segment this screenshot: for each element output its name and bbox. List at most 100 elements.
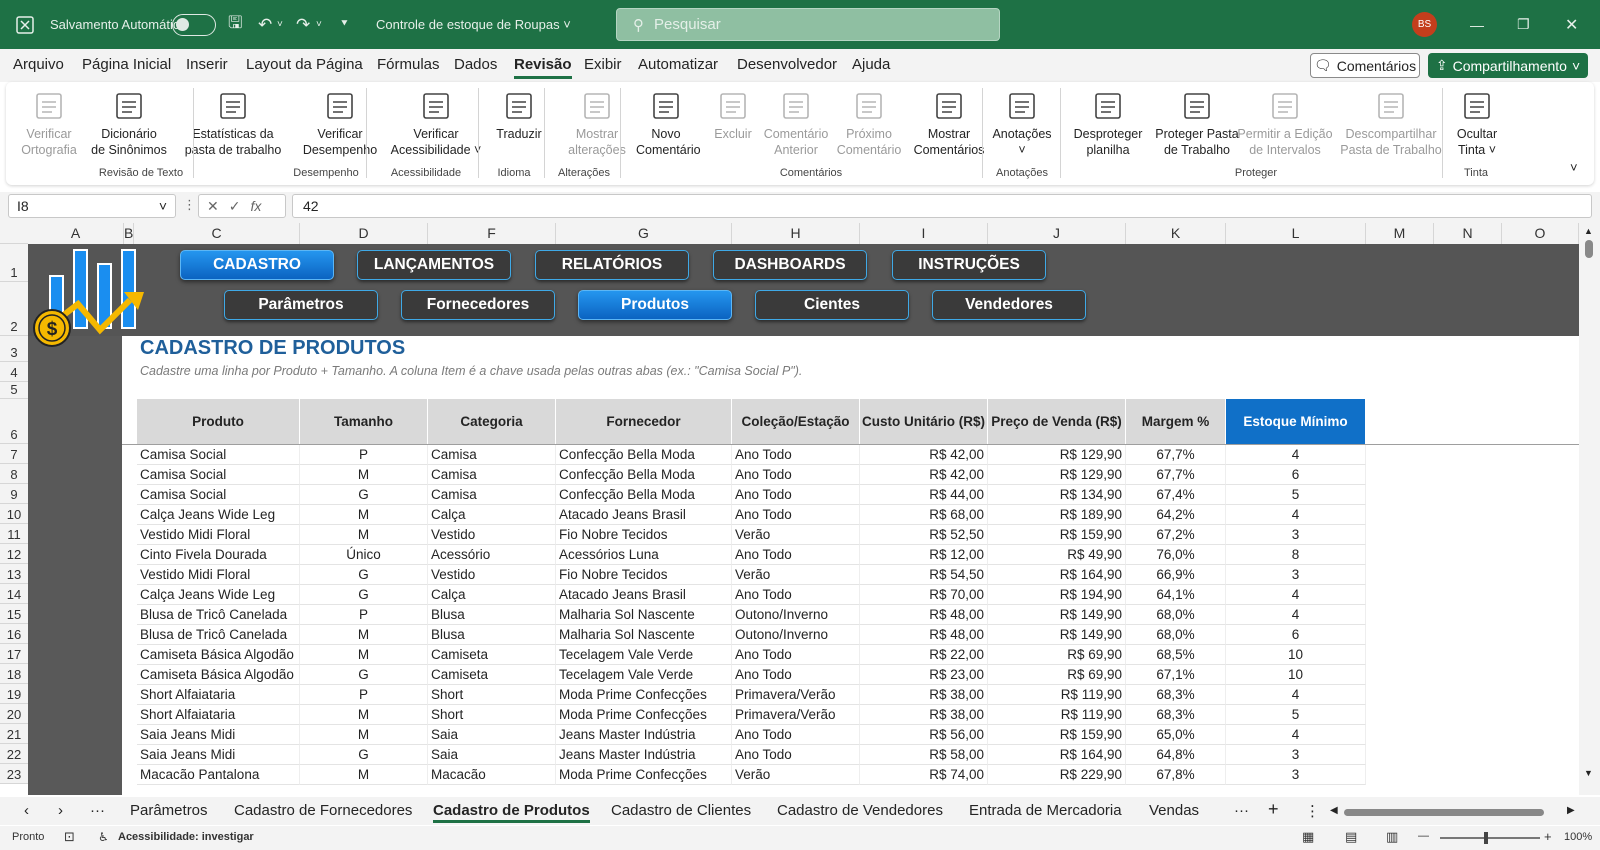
- table-cell[interactable]: 4: [1226, 585, 1366, 605]
- ribbon-button-thesaurus[interactable]: Dicionário de Sinônimos: [86, 86, 172, 158]
- add-sheet-icon[interactable]: +: [1268, 799, 1279, 820]
- name-box[interactable]: I8 ˅: [8, 194, 176, 218]
- table-cell[interactable]: 68,5%: [1126, 645, 1226, 665]
- table-cell[interactable]: Ano Todo: [732, 585, 860, 605]
- menu-inserir[interactable]: Inserir: [186, 56, 228, 73]
- page-break-view-icon[interactable]: ▥: [1386, 829, 1398, 845]
- table-cell[interactable]: 67,1%: [1126, 665, 1226, 685]
- vertical-scrollbar[interactable]: ▲ ▼: [1579, 220, 1600, 795]
- table-cell[interactable]: Saia Jeans Midi: [137, 745, 300, 765]
- table-cell[interactable]: R$ 22,00: [860, 645, 988, 665]
- table-cell[interactable]: 68,3%: [1126, 685, 1226, 705]
- accessibility-icon[interactable]: ♿: [98, 830, 109, 844]
- table-cell[interactable]: 3: [1226, 745, 1366, 765]
- function-icon[interactable]: fx: [250, 198, 261, 214]
- close-icon[interactable]: ✕: [1565, 0, 1578, 49]
- table-header[interactable]: Fornecedor: [556, 399, 732, 444]
- table-cell[interactable]: Macacão Pantalona: [137, 765, 300, 785]
- next-sheet-icon[interactable]: ›: [58, 802, 63, 819]
- table-cell[interactable]: M: [300, 705, 428, 725]
- tab-cadastro-fornecedores[interactable]: Cadastro de Fornecedores: [234, 802, 412, 819]
- table-cell[interactable]: P: [300, 685, 428, 705]
- table-cell[interactable]: G: [300, 745, 428, 765]
- table-cell[interactable]: M: [300, 505, 428, 525]
- tab-entrada-mercadoria[interactable]: Entrada de Mercadoria: [969, 802, 1122, 819]
- menu-layout[interactable]: Layout da Página: [246, 56, 363, 73]
- tab-vendas[interactable]: Vendas: [1149, 802, 1199, 819]
- tab-parametros[interactable]: Parâmetros: [130, 802, 208, 819]
- table-cell[interactable]: M: [300, 725, 428, 745]
- table-cell[interactable]: Moda Prime Confecções: [556, 685, 732, 705]
- column-header-G[interactable]: G: [556, 223, 732, 244]
- table-cell[interactable]: Blusa de Tricô Canelada: [137, 605, 300, 625]
- row-header-3[interactable]: 3: [0, 336, 28, 362]
- nav-instrucoes-button[interactable]: INSTRUÇÕES: [892, 250, 1046, 280]
- scroll-down-icon[interactable]: ▼: [1584, 768, 1593, 778]
- table-cell[interactable]: Acessório: [428, 545, 556, 565]
- column-header-M[interactable]: M: [1366, 223, 1434, 244]
- menu-ajuda[interactable]: Ajuda: [852, 56, 890, 73]
- table-cell[interactable]: R$ 159,90: [988, 525, 1126, 545]
- table-cell[interactable]: G: [300, 485, 428, 505]
- cancel-icon[interactable]: ✕: [207, 198, 219, 215]
- row-header-19[interactable]: 19: [0, 684, 28, 704]
- comments-button[interactable]: 🗨 Comentários: [1310, 53, 1420, 78]
- table-cell[interactable]: 10: [1226, 665, 1366, 685]
- table-cell[interactable]: Fio Nobre Tecidos: [556, 525, 732, 545]
- avatar[interactable]: BS: [1412, 12, 1437, 37]
- table-cell[interactable]: Camiseta: [428, 665, 556, 685]
- table-cell[interactable]: R$ 56,00: [860, 725, 988, 745]
- page-layout-view-icon[interactable]: ▤: [1345, 829, 1357, 845]
- ribbon-button-unshare-workbook[interactable]: Descompartilhar Pasta de Trabalho: [1340, 86, 1442, 158]
- zoom-in-icon[interactable]: +: [1544, 829, 1552, 844]
- table-cell[interactable]: R$ 12,00: [860, 545, 988, 565]
- table-cell[interactable]: Tecelagem Vale Verde: [556, 645, 732, 665]
- table-cell[interactable]: R$ 149,90: [988, 605, 1126, 625]
- table-cell[interactable]: Camisa: [428, 465, 556, 485]
- table-cell[interactable]: 67,4%: [1126, 485, 1226, 505]
- table-cell[interactable]: Outono/Inverno: [732, 625, 860, 645]
- table-cell[interactable]: 4: [1226, 725, 1366, 745]
- row-header-4[interactable]: 4: [0, 362, 28, 382]
- table-header[interactable]: Margem %: [1126, 399, 1226, 444]
- table-cell[interactable]: Moda Prime Confecções: [556, 765, 732, 785]
- table-cell[interactable]: R$ 42,00: [860, 465, 988, 485]
- table-cell[interactable]: Vestido: [428, 525, 556, 545]
- table-header[interactable]: Preço de Venda (R$): [988, 399, 1126, 444]
- table-cell[interactable]: 67,2%: [1126, 525, 1226, 545]
- table-cell[interactable]: M: [300, 525, 428, 545]
- row-header-9[interactable]: 9: [0, 484, 28, 504]
- table-cell[interactable]: R$ 129,90: [988, 445, 1126, 465]
- table-cell[interactable]: 3: [1226, 765, 1366, 785]
- table-cell[interactable]: Tecelagem Vale Verde: [556, 665, 732, 685]
- table-header[interactable]: Produto: [137, 399, 300, 444]
- row-header-16[interactable]: 16: [0, 624, 28, 644]
- table-cell[interactable]: 8: [1226, 545, 1366, 565]
- table-cell[interactable]: 68,0%: [1126, 605, 1226, 625]
- table-cell[interactable]: Ano Todo: [732, 665, 860, 685]
- table-cell[interactable]: 4: [1226, 605, 1366, 625]
- table-cell[interactable]: Macacão: [428, 765, 556, 785]
- table-cell[interactable]: Vestido Midi Floral: [137, 525, 300, 545]
- table-cell[interactable]: Camisa Social: [137, 485, 300, 505]
- table-cell[interactable]: 66,9%: [1126, 565, 1226, 585]
- table-cell[interactable]: Blusa: [428, 625, 556, 645]
- redo-icon[interactable]: ↷: [296, 0, 310, 49]
- tab-cadastro-produtos[interactable]: Cadastro de Produtos: [433, 802, 590, 823]
- nav-produtos-button[interactable]: Produtos: [578, 290, 732, 320]
- horizontal-scrollbar[interactable]: [1344, 809, 1544, 816]
- table-cell[interactable]: R$ 134,90: [988, 485, 1126, 505]
- status-accessibility[interactable]: Acessibilidade: investigar: [118, 831, 254, 843]
- table-cell[interactable]: Verão: [732, 565, 860, 585]
- scroll-thumb[interactable]: [1585, 240, 1593, 258]
- column-header-K[interactable]: K: [1126, 223, 1226, 244]
- ribbon-button-new-comment[interactable]: Novo Comentário: [636, 86, 701, 158]
- table-cell[interactable]: R$ 74,00: [860, 765, 988, 785]
- table-cell[interactable]: Vestido Midi Floral: [137, 565, 300, 585]
- table-cell[interactable]: Confecção Bella Moda: [556, 485, 732, 505]
- nav-vendedores-button[interactable]: Vendedores: [932, 290, 1086, 320]
- table-cell[interactable]: R$ 54,50: [860, 565, 988, 585]
- table-cell[interactable]: 5: [1226, 705, 1366, 725]
- table-cell[interactable]: R$ 48,00: [860, 625, 988, 645]
- table-cell[interactable]: Acessórios Luna: [556, 545, 732, 565]
